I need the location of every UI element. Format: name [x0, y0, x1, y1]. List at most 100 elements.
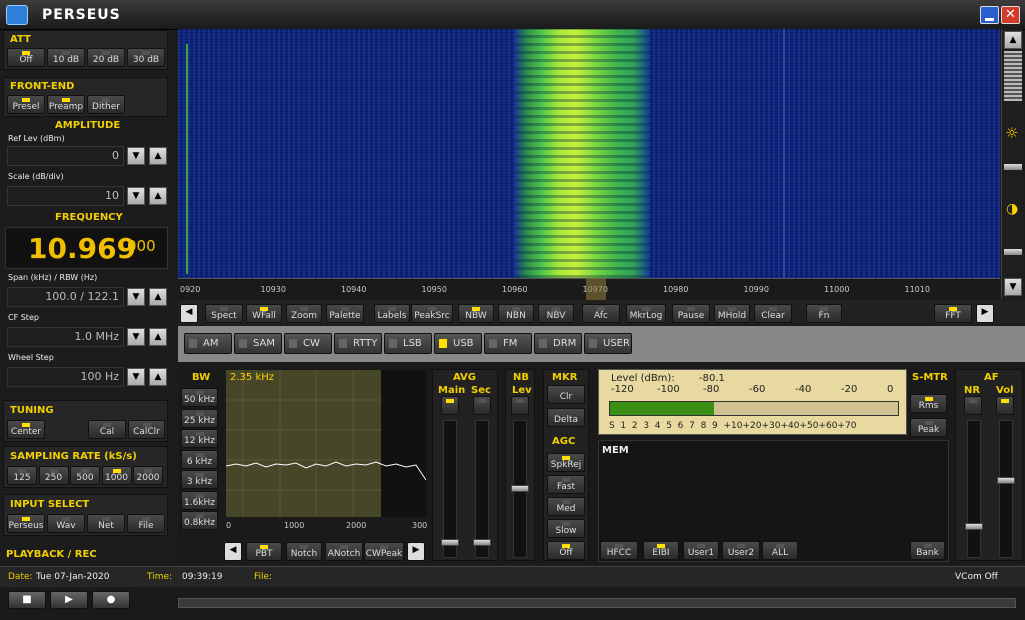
bw-cwpeak-button[interactable]: CWPeak	[364, 542, 404, 561]
att-button-3[interactable]: 30 dB	[127, 48, 165, 67]
waterfall-display[interactable]	[178, 29, 1000, 278]
bw-notch-button[interactable]: Notch	[286, 542, 322, 561]
avg-sec-slider[interactable]	[473, 420, 491, 558]
toolbar-button-mhold[interactable]: MHold	[714, 304, 750, 323]
minimize-button[interactable]	[980, 6, 999, 24]
scroll-up-arrow-icon[interactable]: ▲	[1004, 31, 1022, 49]
agc-button-slow[interactable]: Slow	[547, 519, 585, 538]
toolbar-button-mkrlog[interactable]: MkrLog	[626, 304, 666, 323]
tuning-marker[interactable]	[586, 278, 606, 300]
toolbar-button-clear[interactable]: Clear	[754, 304, 792, 323]
close-button[interactable]: ✕	[1001, 6, 1020, 24]
mem-button-eibi[interactable]: EIBI	[643, 541, 679, 560]
input-button-0[interactable]: Perseus	[7, 514, 45, 533]
sampling-button-2[interactable]: 500	[70, 466, 100, 485]
frequency-display[interactable]: 10.969 000	[5, 227, 168, 269]
toolbar-button-afc[interactable]: Afc	[582, 304, 620, 323]
play-icon[interactable]: ▶	[50, 591, 88, 609]
toolbar-button-spect[interactable]: Spect	[205, 304, 243, 323]
att-button-1[interactable]: 10 dB	[47, 48, 85, 67]
mode-button-user[interactable]: USER	[584, 333, 632, 354]
agc-button-fast[interactable]: Fast	[547, 475, 585, 494]
mode-button-drm[interactable]: DRM	[534, 333, 582, 354]
bw-anotch-button[interactable]: ANotch	[325, 542, 363, 561]
cf-step-field[interactable]: 1.0 MHz	[7, 327, 124, 347]
avg-sec-toggle[interactable]	[473, 396, 491, 415]
af-nr-slider[interactable]	[965, 420, 983, 558]
contrast-icon[interactable]: ◑	[1006, 201, 1018, 217]
bw-button-4[interactable]: 3 kHz	[181, 470, 218, 489]
brightness-icon[interactable]: ☼	[1005, 124, 1018, 142]
ref-level-field[interactable]: 0	[7, 146, 124, 166]
agc-button-med[interactable]: Med	[547, 497, 585, 516]
toolbar-left-arrow-icon[interactable]: ◀	[180, 304, 198, 323]
ref-up-arrow-icon[interactable]: ▲	[149, 147, 167, 165]
cf-down-arrow-icon[interactable]: ▼	[127, 328, 145, 346]
input-button-2[interactable]: Net	[87, 514, 125, 533]
mode-button-rtty[interactable]: RTTY	[334, 333, 382, 354]
smtr-peak-button[interactable]: Peak	[910, 418, 947, 437]
stop-icon[interactable]: ■	[8, 591, 46, 609]
nb-toggle[interactable]	[511, 396, 529, 415]
mode-button-fm[interactable]: FM	[484, 333, 532, 354]
span-up-arrow-icon[interactable]: ▲	[149, 288, 167, 306]
agc-button-spkrej[interactable]: SpkRej	[547, 453, 585, 472]
tuning-button-0[interactable]: Center	[7, 420, 45, 439]
af-vol-toggle[interactable]	[996, 396, 1014, 415]
att-button-0[interactable]: Off	[7, 48, 45, 67]
input-button-1[interactable]: Wav	[47, 514, 85, 533]
af-vol-slider[interactable]	[997, 420, 1015, 558]
bw-pbt-button[interactable]: PBT	[246, 542, 282, 561]
mem-button-user2[interactable]: User2	[722, 541, 760, 560]
toolbar-button-fn[interactable]: Fn	[806, 304, 842, 323]
scale-field[interactable]: 10	[7, 186, 124, 206]
bw-button-3[interactable]: 6 kHz	[181, 449, 218, 469]
nb-level-slider[interactable]	[511, 420, 529, 558]
playback-progress-bar[interactable]	[178, 598, 1016, 608]
brightness-slider[interactable]	[1004, 164, 1022, 170]
wheel-step-field[interactable]: 100 Hz	[7, 367, 124, 387]
avg-main-toggle[interactable]	[441, 396, 459, 415]
scroll-thumb[interactable]	[1004, 51, 1022, 101]
tuning-button-2[interactable]: CalClr	[128, 420, 165, 439]
mode-button-sam[interactable]: SAM	[234, 333, 282, 354]
toolbar-button-labels[interactable]: Labels	[374, 304, 410, 323]
bw-left-arrow-icon[interactable]: ◀	[224, 542, 242, 561]
frontend-button-2[interactable]: Dither	[87, 95, 125, 114]
sampling-button-1[interactable]: 250	[38, 466, 69, 485]
tuning-button-1[interactable]: Cal	[88, 420, 126, 439]
mem-button-user1[interactable]: User1	[683, 541, 719, 560]
smtr-rms-button[interactable]: Rms	[910, 394, 947, 413]
agc-button-off[interactable]: Off	[547, 541, 585, 560]
scale-up-arrow-icon[interactable]: ▲	[149, 187, 167, 205]
mem-button-all[interactable]: ALL	[762, 541, 798, 560]
toolbar-button-nbw[interactable]: NBW	[458, 304, 494, 323]
scale-down-arrow-icon[interactable]: ▼	[127, 187, 145, 205]
sampling-button-4[interactable]: 2000	[133, 466, 163, 485]
toolbar-button-nbn[interactable]: NBN	[498, 304, 534, 323]
af-nr-toggle[interactable]	[964, 396, 982, 415]
sampling-button-0[interactable]: 125	[7, 466, 37, 485]
frontend-button-0[interactable]: Presel	[7, 95, 45, 114]
mode-button-am[interactable]: AM	[184, 333, 232, 354]
wheel-down-arrow-icon[interactable]: ▼	[127, 368, 145, 386]
scroll-down-arrow-icon[interactable]: ▼	[1004, 278, 1022, 296]
ref-down-arrow-icon[interactable]: ▼	[127, 147, 145, 165]
bw-button-2[interactable]: 12 kHz	[181, 429, 218, 448]
toolbar-button-wfall[interactable]: WFall	[246, 304, 282, 323]
span-down-arrow-icon[interactable]: ▼	[127, 288, 145, 306]
bw-button-6[interactable]: 0.8kHz	[181, 511, 218, 530]
toolbar-button-zoom[interactable]: Zoom	[286, 304, 322, 323]
toolbar-button-nbv[interactable]: NBV	[538, 304, 574, 323]
toolbar-button-pause[interactable]: Pause	[672, 304, 710, 323]
att-button-2[interactable]: 20 dB	[87, 48, 125, 67]
bw-button-5[interactable]: 1.6kHz	[181, 490, 218, 510]
toolbar-button-peaksrc[interactable]: PeakSrc	[411, 304, 453, 323]
contrast-slider[interactable]	[1004, 249, 1022, 255]
mkr-clr-button[interactable]: Clr	[547, 385, 585, 404]
bw-button-1[interactable]: 25 kHz	[181, 408, 218, 428]
frontend-button-1[interactable]: Preamp	[47, 95, 85, 114]
mem-button-hfcc[interactable]: HFCC	[600, 541, 638, 560]
wheel-up-arrow-icon[interactable]: ▲	[149, 368, 167, 386]
avg-main-slider[interactable]	[441, 420, 459, 558]
